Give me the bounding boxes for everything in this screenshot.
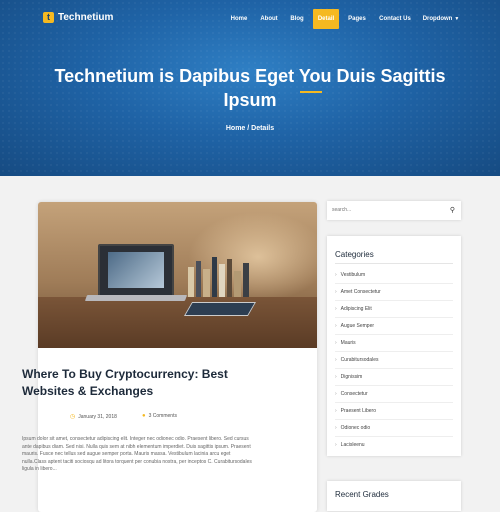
recent-widget: Recent Grades xyxy=(327,481,461,511)
search-box: ⚲ xyxy=(327,201,461,220)
post-comments[interactable]: ● 3 Comments xyxy=(142,413,177,419)
category-label: Mauris xyxy=(340,340,356,346)
post-date: ◷ January 31, 2018 xyxy=(70,413,117,421)
nav-item-about[interactable]: About xyxy=(256,9,282,29)
chevron-right-icon: › xyxy=(335,272,337,278)
chevron-right-icon: › xyxy=(335,289,337,295)
chevron-right-icon: › xyxy=(335,357,337,363)
search-input[interactable] xyxy=(329,203,445,217)
nav-item-pages[interactable]: Pages xyxy=(344,9,370,29)
nav-item-dropdown[interactable]: Dropdown ▼ xyxy=(420,9,462,29)
category-item[interactable]: › Praesent Libero xyxy=(335,403,453,420)
comment-icon: ● xyxy=(142,413,146,419)
category-label: Odionec odio xyxy=(340,425,371,431)
recent-title: Recent Grades xyxy=(335,490,389,499)
category-item[interactable]: › Augue Semper xyxy=(335,318,453,335)
category-item[interactable]: › Odionec odio xyxy=(335,420,453,437)
divider xyxy=(335,263,453,264)
category-label: Curabitursodales xyxy=(340,357,379,363)
top-navbar: t Technetium Home About Blog Detail Page… xyxy=(0,0,500,38)
nav-item-contact-us[interactable]: Contact Us xyxy=(375,9,415,29)
post-image xyxy=(38,202,317,348)
categories-widget: Categories › Vestibulum › Amet Consectetur… xyxy=(327,236,461,456)
chevron-right-icon: › xyxy=(335,442,337,448)
chevron-right-icon: › xyxy=(335,374,337,380)
categories-title: Categories xyxy=(335,250,374,259)
category-label: Lacisleenu xyxy=(340,442,365,448)
dropdown-label: Dropdown xyxy=(422,16,453,22)
main-menu: Home About Blog Detail Pages Contact Us … xyxy=(0,9,500,29)
chevron-right-icon: › xyxy=(335,408,337,414)
chevron-right-icon: › xyxy=(335,425,337,431)
chevron-right-icon: › xyxy=(335,323,337,329)
category-item[interactable]: › Amet Consectetur xyxy=(335,284,453,301)
category-label: Augue Semper xyxy=(340,323,375,329)
breadcrumb[interactable]: Home / Details xyxy=(0,125,500,132)
nav-item-detail[interactable]: Detail xyxy=(313,9,339,29)
category-label: Vestibulum xyxy=(340,272,366,278)
category-label: Amet Consectetur xyxy=(340,289,381,295)
category-item[interactable]: › Dignissim xyxy=(335,369,453,386)
books-image xyxy=(186,242,256,297)
tablet-image xyxy=(183,302,257,316)
category-item[interactable]: › Vestibulum xyxy=(335,267,453,284)
page-title: Technetium is Dapibus Eget You Duis Sagi… xyxy=(54,66,446,110)
category-item[interactable]: › Adipiscing Elit xyxy=(335,301,453,318)
category-label: Dignissim xyxy=(340,374,363,380)
category-label: Consectetur xyxy=(340,391,368,397)
nav-item-blog[interactable]: Blog xyxy=(286,9,308,29)
post-excerpt: Ipsum dolor sit amet, consectetur adipis… xyxy=(22,436,252,472)
chevron-right-icon: › xyxy=(335,340,337,346)
category-item[interactable]: › Lacisleenu xyxy=(335,437,453,453)
chevron-right-icon: › xyxy=(335,391,337,397)
category-label: Adipiscing Elit xyxy=(340,306,372,312)
chevron-down-icon: ▼ xyxy=(454,16,460,22)
post-date-text: January 31, 2018 xyxy=(78,413,117,420)
title-underline xyxy=(300,91,322,93)
category-item[interactable]: › Mauris xyxy=(335,335,453,352)
category-item[interactable]: › Consectetur xyxy=(335,386,453,403)
search-icon[interactable]: ⚲ xyxy=(450,206,455,214)
nav-item-home[interactable]: Home xyxy=(226,9,252,29)
chevron-right-icon: › xyxy=(335,306,337,312)
laptop-image xyxy=(98,244,174,298)
post-title[interactable]: Where To Buy Cryptocurrency: Best Websit… xyxy=(22,366,262,400)
post-comments-text: 3 Comments xyxy=(148,413,177,419)
clock-icon: ◷ xyxy=(70,414,76,420)
category-label: Praesent Libero xyxy=(340,408,376,414)
category-item[interactable]: › Curabitursodales xyxy=(335,352,453,369)
